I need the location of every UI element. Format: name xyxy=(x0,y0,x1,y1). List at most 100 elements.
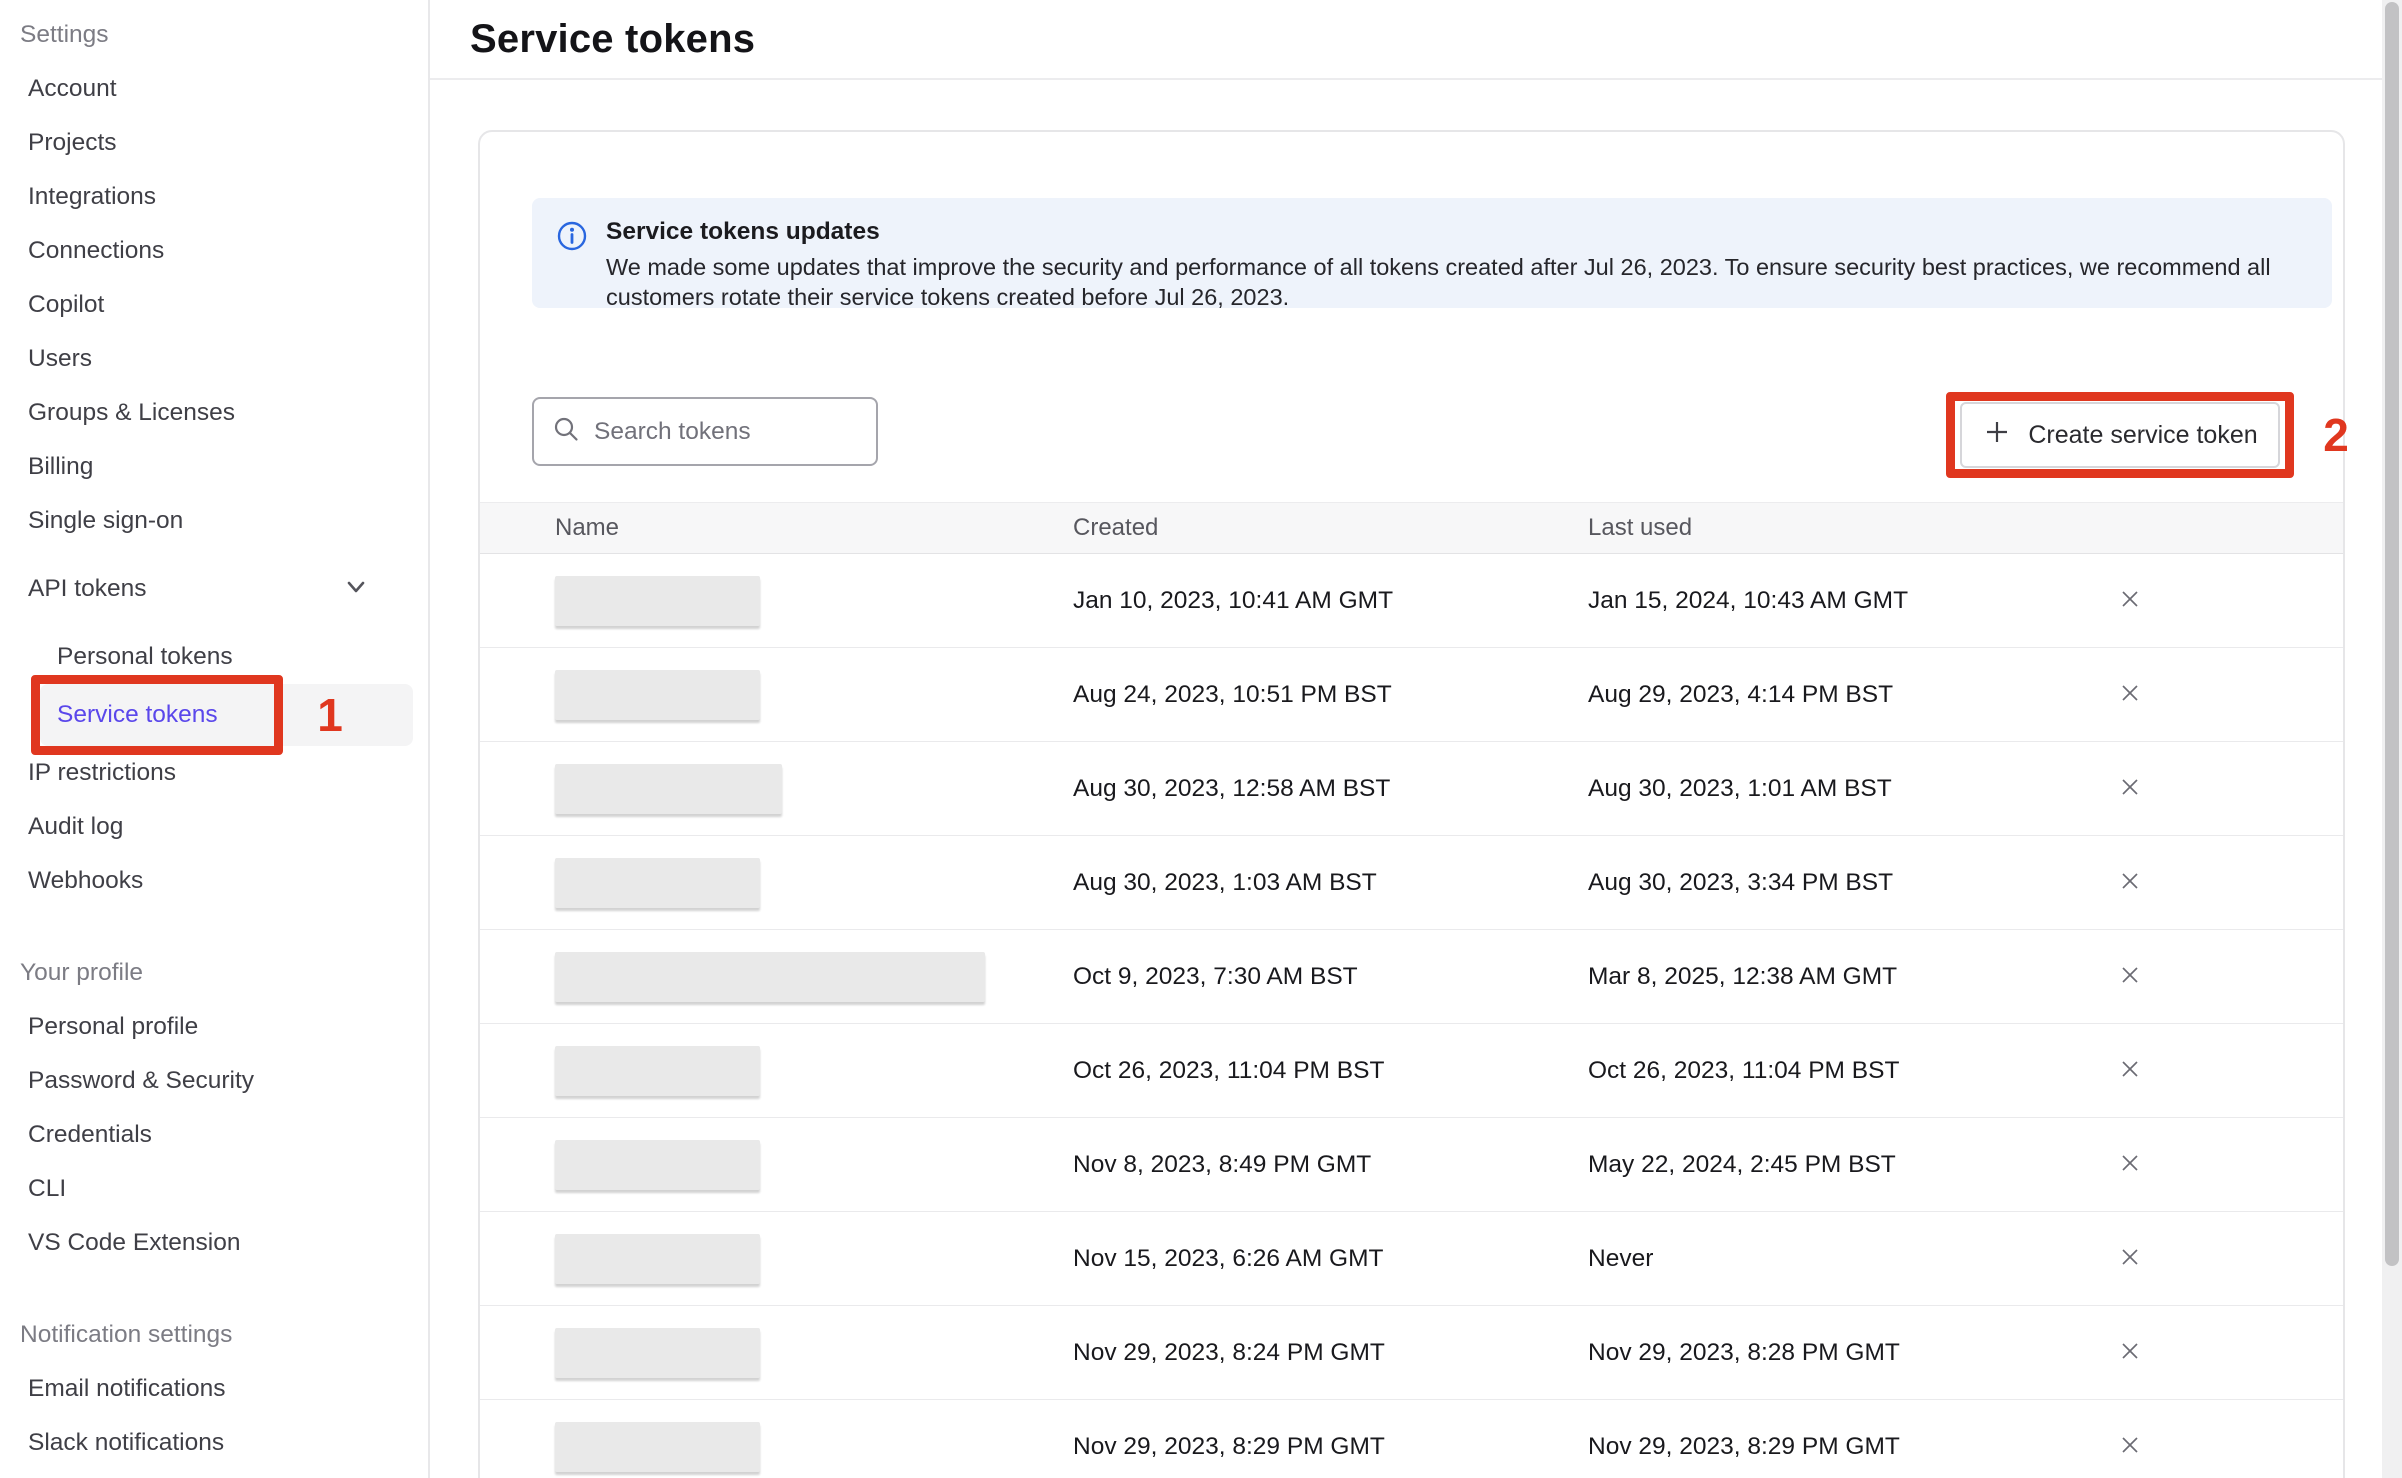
close-icon xyxy=(2115,1336,2145,1369)
table-row: Aug 30, 2023, 12:58 AM BST Aug 30, 2023,… xyxy=(480,742,2343,836)
last-used-cell: Oct 26, 2023, 11:04 PM BST xyxy=(1588,1057,2106,1085)
token-name-redacted xyxy=(555,1422,760,1472)
main-content: Service tokens Service tokens updates We… xyxy=(430,0,2402,1478)
delete-token-button[interactable] xyxy=(2106,1047,2154,1095)
sidebar-item-single-sign-on[interactable]: Single sign-on xyxy=(0,494,428,548)
token-name-redacted xyxy=(555,670,760,720)
last-used-cell: Mar 8, 2025, 12:38 AM GMT xyxy=(1588,963,2106,991)
token-name-redacted xyxy=(555,858,760,908)
created-cell: Nov 8, 2023, 8:49 PM GMT xyxy=(1073,1151,1588,1179)
token-name-redacted xyxy=(555,576,760,626)
table-row: Nov 29, 2023, 8:24 PM GMT Nov 29, 2023, … xyxy=(480,1306,2343,1400)
sidebar-item-projects[interactable]: Projects xyxy=(0,116,428,170)
table-row: Aug 24, 2023, 10:51 PM BST Aug 29, 2023,… xyxy=(480,648,2343,742)
plus-icon xyxy=(1982,417,2012,454)
delete-token-button[interactable] xyxy=(2106,953,2154,1001)
token-name-redacted xyxy=(555,1140,760,1190)
vertical-scrollbar-thumb[interactable] xyxy=(2385,2,2399,1266)
sidebar-item-personal-profile[interactable]: Personal profile xyxy=(0,1000,428,1054)
token-name-redacted xyxy=(555,952,985,1002)
service-tokens-table: Name Created Last used Jan 10, 2023, 10:… xyxy=(480,502,2343,1478)
delete-token-button[interactable] xyxy=(2106,671,2154,719)
info-banner-body: We made some updates that improve the se… xyxy=(606,252,2296,312)
sidebar-item-account[interactable]: Account xyxy=(0,62,428,116)
info-banner-text: Service tokens updates We made some upda… xyxy=(606,218,2296,308)
vertical-scrollbar-track[interactable] xyxy=(2382,0,2402,1478)
sidebar-item-billing[interactable]: Billing xyxy=(0,440,428,494)
column-header-last-used: Last used xyxy=(1588,514,2106,542)
created-cell: Nov 15, 2023, 6:26 AM GMT xyxy=(1073,1245,1588,1273)
delete-token-button[interactable] xyxy=(2106,765,2154,813)
page-header: Service tokens xyxy=(430,0,2402,80)
created-cell: Nov 29, 2023, 8:29 PM GMT xyxy=(1073,1433,1588,1461)
sidebar-item-personal-tokens[interactable]: Personal tokens xyxy=(0,630,428,684)
column-header-created: Created xyxy=(1073,514,1588,542)
info-banner: Service tokens updates We made some upda… xyxy=(532,198,2332,308)
last-used-cell: Nov 29, 2023, 8:29 PM GMT xyxy=(1588,1433,2106,1461)
service-tokens-page: Settings Account Projects Integrations C… xyxy=(0,0,2402,1478)
created-cell: Oct 26, 2023, 11:04 PM BST xyxy=(1073,1057,1588,1085)
table-row: Oct 9, 2023, 7:30 AM BST Mar 8, 2025, 12… xyxy=(480,930,2343,1024)
close-icon xyxy=(2115,1430,2145,1463)
table-row: Nov 8, 2023, 8:49 PM GMT May 22, 2024, 2… xyxy=(480,1118,2343,1212)
annotation-step-number-1: 1 xyxy=(290,684,370,746)
sidebar-item-cli[interactable]: CLI xyxy=(0,1162,428,1216)
sidebar-item-vscode-extension[interactable]: VS Code Extension xyxy=(0,1216,428,1270)
sidebar-section-settings: Settings xyxy=(0,8,428,62)
search-tokens-input[interactable] xyxy=(594,418,909,446)
sidebar-item-integrations[interactable]: Integrations xyxy=(0,170,428,224)
created-cell: Aug 30, 2023, 12:58 AM BST xyxy=(1073,775,1588,803)
chevron-down-icon xyxy=(342,572,370,607)
delete-token-button[interactable] xyxy=(2106,577,2154,625)
column-header-name: Name xyxy=(555,514,1073,542)
sidebar-item-slack-notifications[interactable]: Slack notifications xyxy=(0,1416,428,1470)
sidebar-item-users[interactable]: Users xyxy=(0,332,428,386)
sidebar-item-api-tokens[interactable]: API tokens xyxy=(0,562,428,616)
sidebar-item-webhooks[interactable]: Webhooks xyxy=(0,854,428,908)
service-tokens-card: Service tokens updates We made some upda… xyxy=(478,130,2345,1478)
info-icon xyxy=(556,218,588,308)
sidebar-item-copilot[interactable]: Copilot xyxy=(0,278,428,332)
last-used-cell: Never xyxy=(1588,1245,2106,1273)
close-icon xyxy=(2115,678,2145,711)
table-row: Jan 10, 2023, 10:41 AM GMT Jan 15, 2024,… xyxy=(480,554,2343,648)
created-cell: Jan 10, 2023, 10:41 AM GMT xyxy=(1073,587,1588,615)
last-used-cell: May 22, 2024, 2:45 PM BST xyxy=(1588,1151,2106,1179)
table-row: Nov 15, 2023, 6:26 AM GMT Never xyxy=(480,1212,2343,1306)
create-service-token-label: Create service token xyxy=(2028,421,2257,450)
page-title: Service tokens xyxy=(470,17,755,62)
created-cell: Aug 30, 2023, 1:03 AM BST xyxy=(1073,869,1588,897)
delete-token-button[interactable] xyxy=(2106,1235,2154,1283)
sidebar-item-password-security[interactable]: Password & Security xyxy=(0,1054,428,1108)
sidebar-section-notification-settings: Notification settings xyxy=(0,1308,428,1362)
token-name-redacted xyxy=(555,1234,760,1284)
sidebar-item-email-notifications[interactable]: Email notifications xyxy=(0,1362,428,1416)
sidebar-section-your-profile: Your profile xyxy=(0,946,428,1000)
create-service-token-button[interactable]: Create service token xyxy=(1960,402,2280,468)
search-tokens-box xyxy=(532,397,878,466)
annotation-box-2: Create service token xyxy=(1946,392,2294,478)
created-cell: Nov 29, 2023, 8:24 PM GMT xyxy=(1073,1339,1588,1367)
sidebar-item-connections[interactable]: Connections xyxy=(0,224,428,278)
delete-token-button[interactable] xyxy=(2106,1423,2154,1471)
close-icon xyxy=(2115,960,2145,993)
table-row: Oct 26, 2023, 11:04 PM BST Oct 26, 2023,… xyxy=(480,1024,2343,1118)
close-icon xyxy=(2115,1242,2145,1275)
table-row: Aug 30, 2023, 1:03 AM BST Aug 30, 2023, … xyxy=(480,836,2343,930)
delete-token-button[interactable] xyxy=(2106,1141,2154,1189)
sidebar-item-credentials[interactable]: Credentials xyxy=(0,1108,428,1162)
token-name-redacted xyxy=(555,1046,760,1096)
table-row: Nov 29, 2023, 8:29 PM GMT Nov 29, 2023, … xyxy=(480,1400,2343,1478)
close-icon xyxy=(2115,772,2145,805)
close-icon xyxy=(2115,1148,2145,1181)
sidebar-item-groups-licenses[interactable]: Groups & Licenses xyxy=(0,386,428,440)
sidebar-item-audit-log[interactable]: Audit log xyxy=(0,800,428,854)
sidebar-item-ip-restrictions[interactable]: IP restrictions xyxy=(0,746,428,800)
delete-token-button[interactable] xyxy=(2106,859,2154,907)
sidebar-item-service-tokens-wrap: Service tokens 1 xyxy=(40,684,413,746)
token-name-redacted xyxy=(555,1328,760,1378)
last-used-cell: Aug 29, 2023, 4:14 PM BST xyxy=(1588,681,2106,709)
close-icon xyxy=(2115,584,2145,617)
close-icon xyxy=(2115,866,2145,899)
delete-token-button[interactable] xyxy=(2106,1329,2154,1377)
